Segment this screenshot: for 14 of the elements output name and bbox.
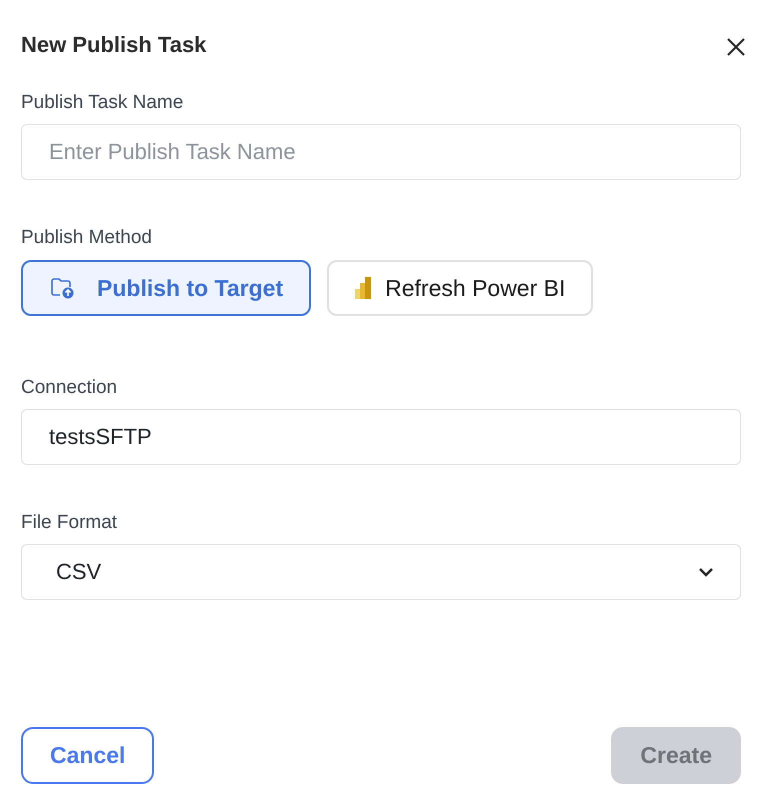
dialog-title: New Publish Task xyxy=(21,32,206,58)
field-label: File Format xyxy=(21,512,118,534)
bar-chart-icon xyxy=(355,277,372,299)
connection-field[interactable]: testsSFTP xyxy=(21,409,741,465)
chevron-down-icon xyxy=(698,567,714,577)
folder-upload-icon xyxy=(51,277,75,299)
field-label: Connection xyxy=(21,377,118,399)
input-field[interactable]: Enter Publish Task Name xyxy=(21,124,741,180)
method-option[interactable]: Publish to Target xyxy=(21,260,312,316)
cancel-button[interactable]: Cancel xyxy=(21,727,154,784)
format-dropdown[interactable]: CSV xyxy=(21,544,741,600)
method-option[interactable]: Refresh Power BI xyxy=(327,260,594,316)
field-label: Publish Method xyxy=(21,227,153,249)
field-label: Publish Task Name xyxy=(21,92,184,114)
